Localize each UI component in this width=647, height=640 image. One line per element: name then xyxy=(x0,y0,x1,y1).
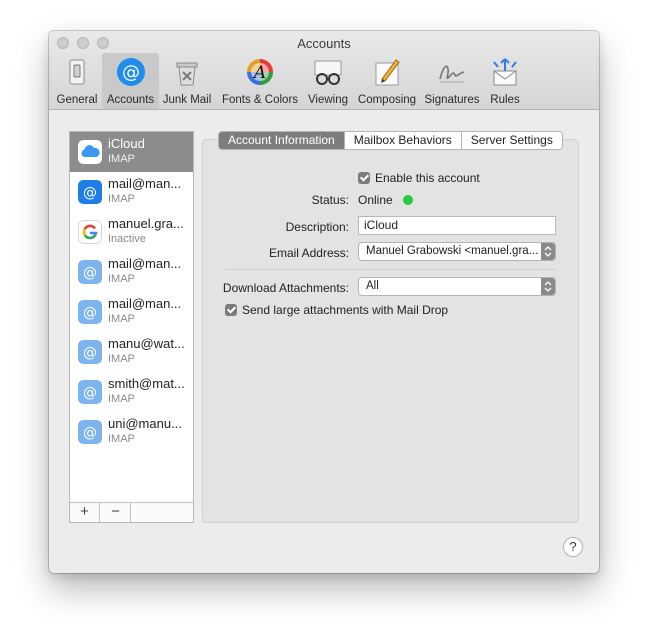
description-field[interactable]: iCloud xyxy=(358,216,556,235)
toolbar-composing[interactable]: Composing xyxy=(355,53,419,109)
email-address-label: Email Address: xyxy=(268,246,349,260)
account-type: IMAP xyxy=(108,433,135,445)
email-address-value: Manuel Grabowski <manuel.gra... xyxy=(366,245,539,257)
list-footer: + − xyxy=(70,502,193,522)
toolbar-general-label: General xyxy=(56,94,98,106)
download-attachments-popup[interactable]: All xyxy=(358,277,556,296)
svg-text:A: A xyxy=(252,63,266,83)
account-type: IMAP xyxy=(108,353,135,365)
toolbar-fonts-colors[interactable]: A Fonts & Colors xyxy=(218,53,302,109)
toolbar-signatures-label: Signatures xyxy=(424,94,480,106)
svg-text:@: @ xyxy=(122,62,140,83)
account-type: Inactive xyxy=(108,233,146,245)
account-type: IMAP xyxy=(108,393,135,405)
account-type: IMAP xyxy=(108,273,135,285)
signature-icon xyxy=(439,65,465,83)
help-button[interactable]: ? xyxy=(563,537,583,557)
account-name: iCloud xyxy=(108,136,145,151)
account-type: IMAP xyxy=(108,313,135,325)
toolbar-signatures[interactable]: Signatures xyxy=(421,53,483,109)
at-icon: @ xyxy=(78,340,102,364)
account-name: manu@wat... xyxy=(108,336,185,351)
svg-text:@: @ xyxy=(83,425,97,441)
mail-drop-checkbox[interactable] xyxy=(225,304,237,316)
account-item[interactable]: manuel.gra... Inactive xyxy=(70,212,193,252)
preferences-window: Accounts General @ Accounts Junk Mail A … xyxy=(49,31,599,573)
account-name: uni@manu... xyxy=(108,416,182,431)
window-title: Accounts xyxy=(297,36,351,51)
account-item[interactable]: @ smith@mat... IMAP xyxy=(70,372,193,412)
download-attachments-label: Download Attachments: xyxy=(222,281,349,295)
account-item[interactable]: iCloud IMAP xyxy=(70,132,193,172)
online-status-icon xyxy=(403,195,413,205)
svg-text:@: @ xyxy=(83,185,97,201)
enable-account-checkbox[interactable] xyxy=(358,172,370,184)
pencil-paper-icon xyxy=(375,59,400,86)
toolbar-junk-mail-label: Junk Mail xyxy=(162,94,212,106)
tab-account-information[interactable]: Account Information xyxy=(219,132,344,149)
account-type: IMAP xyxy=(108,193,135,205)
up-down-arrows-icon xyxy=(541,278,555,295)
at-icon: @ xyxy=(78,300,102,324)
account-name: mail@man... xyxy=(108,176,182,191)
toolbar-composing-label: Composing xyxy=(357,94,417,106)
at-icon: @ xyxy=(78,260,102,284)
download-attachments-value: All xyxy=(366,280,379,292)
enable-account-label: Enable this account xyxy=(375,171,480,185)
account-name: manuel.gra... xyxy=(108,216,184,231)
toolbar-rules-label: Rules xyxy=(490,94,520,106)
toolbar-junk-mail[interactable]: Junk Mail xyxy=(161,53,213,109)
account-name: mail@man... xyxy=(108,296,182,311)
tab-bar: Account Information Mailbox Behaviors Se… xyxy=(218,131,563,150)
add-account-button[interactable]: + xyxy=(70,503,100,522)
email-address-popup[interactable]: Manuel Grabowski <manuel.gra... xyxy=(358,242,556,261)
toolbar-general[interactable]: General xyxy=(55,53,99,109)
account-item[interactable]: @ mail@man... IMAP xyxy=(70,172,193,212)
tab-mailbox-behaviors[interactable]: Mailbox Behaviors xyxy=(343,132,461,149)
svg-text:@: @ xyxy=(83,305,97,321)
account-name: smith@mat... xyxy=(108,376,185,391)
toolbar-accounts[interactable]: @ Accounts xyxy=(102,53,159,109)
svg-text:@: @ xyxy=(83,345,97,361)
icloud-icon xyxy=(78,140,102,164)
svg-text:@: @ xyxy=(83,385,97,401)
mail-drop-label: Send large attachments with Mail Drop xyxy=(242,303,449,317)
at-icon: @ xyxy=(78,180,102,204)
rules-envelope-icon xyxy=(493,58,517,86)
toolbar-accounts-label: Accounts xyxy=(106,94,155,106)
at-icon: @ xyxy=(116,58,145,86)
google-icon xyxy=(78,220,102,244)
at-icon: @ xyxy=(78,420,102,444)
tab-server-settings[interactable]: Server Settings xyxy=(460,132,562,149)
account-item[interactable]: @ manu@wat... IMAP xyxy=(70,332,193,372)
status-label: Status: xyxy=(311,193,349,207)
account-item[interactable]: @ mail@man... IMAP xyxy=(70,252,193,292)
account-name: mail@man... xyxy=(108,256,182,271)
switch-icon xyxy=(69,59,85,85)
account-item[interactable]: @ mail@man... IMAP xyxy=(70,292,193,332)
toolbar-viewing-label: Viewing xyxy=(307,94,349,106)
status-value: Online xyxy=(358,193,393,207)
svg-text:@: @ xyxy=(83,265,97,281)
toolbar-viewing[interactable]: Viewing xyxy=(304,53,352,109)
title-bar: Accounts General @ Accounts Junk Mail A … xyxy=(49,31,599,110)
description-label: Description: xyxy=(285,220,349,234)
trash-icon xyxy=(176,62,198,86)
toolbar-fonts-colors-label: Fonts & Colors xyxy=(221,94,299,106)
account-type: IMAP xyxy=(108,153,135,165)
up-down-arrows-icon xyxy=(541,243,555,260)
font-color-wheel-icon: A xyxy=(247,59,273,85)
account-item[interactable]: @ uni@manu... IMAP xyxy=(70,412,193,452)
accounts-list: iCloud IMAP @ mail@man... IMAP manuel.gr… xyxy=(69,131,194,523)
at-icon: @ xyxy=(78,380,102,404)
section-divider xyxy=(225,269,556,270)
glasses-icon xyxy=(314,60,342,85)
remove-account-button[interactable]: − xyxy=(101,503,131,522)
toolbar-rules[interactable]: Rules xyxy=(485,53,525,109)
